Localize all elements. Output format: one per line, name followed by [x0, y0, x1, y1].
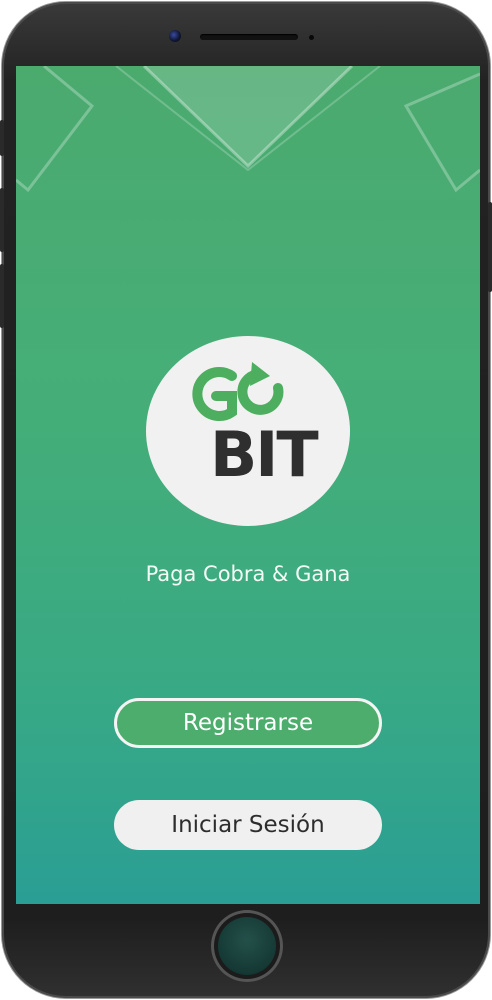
- register-button[interactable]: Registrarse: [114, 698, 382, 748]
- login-button-label: Iniciar Sesión: [171, 812, 325, 838]
- volume-down-button: [0, 264, 4, 328]
- app-screen: BIT Paga Cobra & Gana Registrarse Inicia…: [16, 66, 480, 904]
- logo-text-bit: BIT: [210, 418, 319, 491]
- login-button[interactable]: Iniciar Sesión: [114, 800, 382, 850]
- power-button: [488, 202, 492, 292]
- mute-switch: [0, 120, 4, 156]
- tagline: Paga Cobra & Gana: [145, 562, 351, 586]
- volume-up-button: [0, 188, 4, 252]
- home-button-surface: [218, 917, 276, 975]
- earpiece-speaker: [200, 34, 298, 40]
- logo-badge: BIT: [146, 336, 350, 526]
- register-button-label: Registrarse: [182, 710, 314, 736]
- proximity-sensor: [309, 35, 314, 40]
- home-button[interactable]: [214, 913, 280, 979]
- phone-frame: BIT Paga Cobra & Gana Registrarse Inicia…: [0, 2, 492, 998]
- front-camera: [169, 30, 181, 42]
